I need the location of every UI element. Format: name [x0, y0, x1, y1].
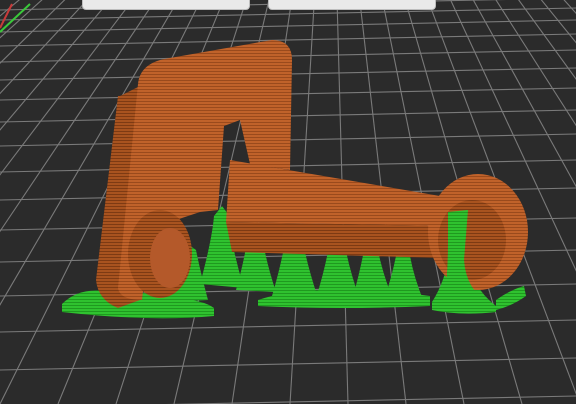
model-arm-side	[226, 222, 446, 258]
slice-preview-viewport[interactable]	[0, 0, 576, 404]
view-toolbar-button-right[interactable]	[268, 0, 436, 10]
model-ring-left-inner	[150, 228, 190, 288]
3d-scene[interactable]	[0, 0, 576, 404]
view-toolbar-button-left[interactable]	[82, 0, 250, 10]
